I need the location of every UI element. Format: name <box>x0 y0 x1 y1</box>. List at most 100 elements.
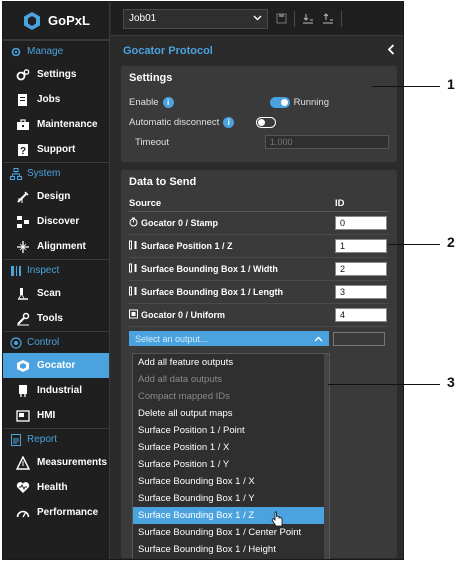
data-row-source: Surface Bounding Box 1 / Length <box>141 287 284 297</box>
dropdown-option[interactable]: Surface Position 1 / X <box>133 439 329 456</box>
brand-name: GoPxL <box>48 13 90 28</box>
download-icon[interactable] <box>301 12 315 26</box>
job-select[interactable]: Job01 <box>123 8 268 29</box>
section-label: Control <box>27 337 60 348</box>
option-label: Add all data outputs <box>138 374 222 385</box>
id-input[interactable]: 1 <box>335 239 387 253</box>
report-icon <box>9 433 23 446</box>
section-label: Manage <box>27 46 64 57</box>
sidebar-item-tools[interactable]: Tools <box>3 306 109 331</box>
sidebar-item-industrial[interactable]: Industrial <box>3 378 109 403</box>
chevron-up-icon <box>314 334 323 344</box>
gears-icon <box>9 46 23 58</box>
dropdown-option: Add all data outputs <box>133 371 329 388</box>
col-id: ID <box>335 198 345 209</box>
dropdown-option[interactable]: Delete all output maps <box>133 405 329 422</box>
option-label: Add all feature outputs <box>138 357 234 368</box>
data-row: Surface Bounding Box 1 / Width 2 <box>129 258 389 281</box>
info-icon[interactable]: i <box>162 96 174 108</box>
industrial-icon <box>15 383 31 399</box>
gauge-icon <box>15 505 31 521</box>
sidebar-item-support[interactable]: ? Support <box>3 137 109 162</box>
enable-toggle[interactable] <box>269 96 290 108</box>
sidebar-item-maintenance[interactable]: Maintenance <box>3 112 109 137</box>
document-icon <box>15 92 31 108</box>
sidebar-item-label: Measurements <box>37 457 108 468</box>
sidebar-item-discover[interactable]: Discover <box>3 209 109 234</box>
dropdown-option: Compact mapped IDs <box>133 388 329 405</box>
tools-icon <box>15 311 31 327</box>
toggle-knob <box>258 118 266 126</box>
settings-card: Settings Enable i Running Automatic disc… <box>121 66 397 162</box>
option-label: Surface Position 1 / Y <box>138 459 230 470</box>
id-value: 2 <box>340 264 346 274</box>
info-icon[interactable]: i <box>223 116 235 128</box>
toolbox-icon <box>15 117 31 133</box>
new-id-input[interactable] <box>333 331 385 346</box>
sidebar-item-alignment[interactable]: Alignment <box>3 234 109 259</box>
measurement-icon <box>129 263 138 275</box>
id-value: 3 <box>340 287 346 297</box>
measurements-icon <box>15 455 31 471</box>
id-input[interactable]: 3 <box>335 285 387 299</box>
sidebar-item-settings[interactable]: Settings <box>3 62 109 87</box>
save-icon[interactable] <box>274 12 288 26</box>
upload-icon[interactable] <box>321 12 335 26</box>
dropdown-option[interactable]: Surface Bounding Box 1 / X <box>133 473 329 490</box>
id-input[interactable]: 2 <box>335 262 387 276</box>
sidebar-item-label: Industrial <box>37 385 83 396</box>
enable-label: Enable <box>129 96 159 108</box>
sidebar-item-label: Alignment <box>37 241 86 252</box>
dropdown-option[interactable]: Surface Bounding Box 1 / Height <box>133 541 329 558</box>
add-output-row: Select an output... <box>129 327 389 346</box>
sidebar-item-performance[interactable]: Performance <box>3 500 109 525</box>
network-icon <box>9 167 23 180</box>
sidebar-item-label: Gocator <box>37 360 76 371</box>
sidebar-item-measurements[interactable]: Measurements <box>3 450 109 475</box>
section-label: Report <box>27 434 58 445</box>
section-control: Control <box>3 331 109 353</box>
select-output-dropdown[interactable]: Select an output... <box>129 331 329 346</box>
col-source: Source <box>129 198 162 209</box>
timeout-input[interactable]: 1.000 <box>265 135 389 149</box>
sidebar-item-design[interactable]: Design <box>3 184 109 209</box>
section-label: Inspect <box>27 265 60 276</box>
data-row: Surface Bounding Box 1 / Length 3 <box>129 281 389 304</box>
id-input[interactable]: 4 <box>335 308 387 322</box>
timeout-label: Timeout <box>135 136 169 148</box>
enable-row: Enable i Running <box>129 92 389 112</box>
dropdown-option[interactable]: Surface Bounding Box 1 / Y <box>133 490 329 507</box>
stamp-icon <box>129 217 138 229</box>
section-inspect: Inspect <box>3 259 109 281</box>
sidebar-item-scan[interactable]: Scan <box>3 281 109 306</box>
timeout-row: Timeout 1.000 <box>129 132 389 152</box>
chevron-left-icon[interactable] <box>387 44 395 58</box>
option-label: Surface Bounding Box 1 / Z <box>138 510 255 521</box>
surface-icon <box>129 309 138 321</box>
dropdown-option[interactable]: Surface Position 1 / Y <box>133 456 329 473</box>
sidebar-item-label: Design <box>37 191 71 202</box>
dropdown-option[interactable]: Surface Bounding Box 1 / Center Point <box>133 524 329 541</box>
panel-header: Gocator Protocol <box>121 40 397 62</box>
sidebar-item-health[interactable]: Health <box>3 475 109 500</box>
sidebar-item-label: Discover <box>37 216 80 227</box>
dropdown-option[interactable]: Surface Position 1 / Point <box>133 422 329 439</box>
sidebar-item-jobs[interactable]: Jobs <box>3 87 109 112</box>
design-icon <box>15 189 31 205</box>
dropdown-option[interactable]: Add all feature outputs <box>133 354 329 371</box>
id-value: 0 <box>340 218 346 228</box>
callout-2: 2 <box>447 234 455 250</box>
sidebar-item-label: Jobs <box>37 94 61 105</box>
sidebar-item-gocator[interactable]: Gocator <box>3 353 109 378</box>
auto-disconnect-toggle[interactable] <box>256 116 277 128</box>
toolbar-divider <box>294 10 295 27</box>
option-label: Surface Bounding Box 1 / X <box>138 476 255 487</box>
data-row-source: Gocator 0 / Stamp <box>141 218 219 228</box>
data-row-source: Gocator 0 / Uniform <box>141 310 226 320</box>
auto-disconnect-label: Automatic disconnect <box>129 116 220 128</box>
top-toolbar: Job01 <box>111 2 403 36</box>
id-input[interactable]: 0 <box>335 216 387 230</box>
id-value: 4 <box>340 310 346 320</box>
sidebar-item-hmi[interactable]: HMI <box>3 403 109 428</box>
dropdown-option-hovered[interactable]: Surface Bounding Box 1 / Z <box>133 507 329 527</box>
